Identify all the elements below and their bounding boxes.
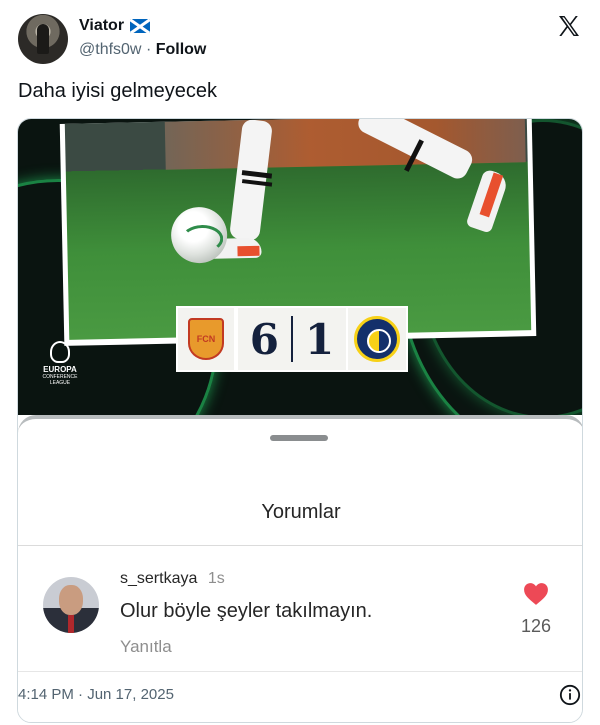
info-icon[interactable] [559,684,581,706]
tweet-text: Daha iyisi gelmeyecek [18,80,217,102]
comments-title: Yorumlar [261,501,341,523]
score-divider [291,316,293,362]
heart-icon[interactable] [523,582,549,606]
away-team-crest-box [346,306,408,372]
logo-line-3: LEAGUE [49,380,71,386]
x-logo-icon[interactable] [556,14,582,38]
home-score: 6 [249,314,279,364]
author-name-row: Viator [79,17,151,35]
author-name[interactable]: Viator [79,17,124,35]
author-handle-row: @thfs0w · Follow [79,41,206,59]
match-photo: FCN 6 1 EUROPA CONFERENCE LEAGUE [18,119,582,415]
boot-accent [237,245,260,257]
away-score: 1 [305,314,335,364]
like-count: 126 [520,616,552,636]
divider [18,545,582,546]
home-crest-text: FCN [196,334,216,344]
comment-header: s_sertkaya 1s [120,570,225,588]
comment-time: 1s [207,570,225,587]
nordsjaelland-crest-icon: FCN [188,318,224,360]
tweet-timestamp[interactable]: 4:14 PM · Jun 17, 2025 [18,686,180,703]
sheet-drag-handle[interactable] [270,435,328,441]
logo-line-1: EUROPA [43,365,77,374]
tweet-media[interactable]: FCN 6 1 EUROPA CONFERENCE LEAGUE Yorumla… [17,118,583,723]
scotland-flag-icon [130,19,151,33]
fenerbahce-crest-icon [354,316,400,362]
handle-separator: · [145,41,152,58]
follow-button[interactable]: Follow [156,41,207,58]
commenter-username[interactable]: s_sertkaya [120,570,197,587]
trophy-icon [50,341,70,363]
commenter-avatar[interactable] [43,577,99,633]
divider [18,671,582,672]
scoreline: 6 1 [236,306,348,372]
comments-sheet: Yorumlar s_sertkaya 1s Olur böyle şeyler… [18,415,582,722]
reply-button[interactable]: Yanıtla [120,637,172,657]
conference-league-logo: EUROPA CONFERENCE LEAGUE [38,341,82,386]
home-team-crest-box: FCN [176,306,236,372]
author-handle[interactable]: @thfs0w [79,41,141,58]
comment-text: Olur böyle şeyler takılmayın. [120,600,373,622]
author-avatar[interactable] [18,14,68,64]
